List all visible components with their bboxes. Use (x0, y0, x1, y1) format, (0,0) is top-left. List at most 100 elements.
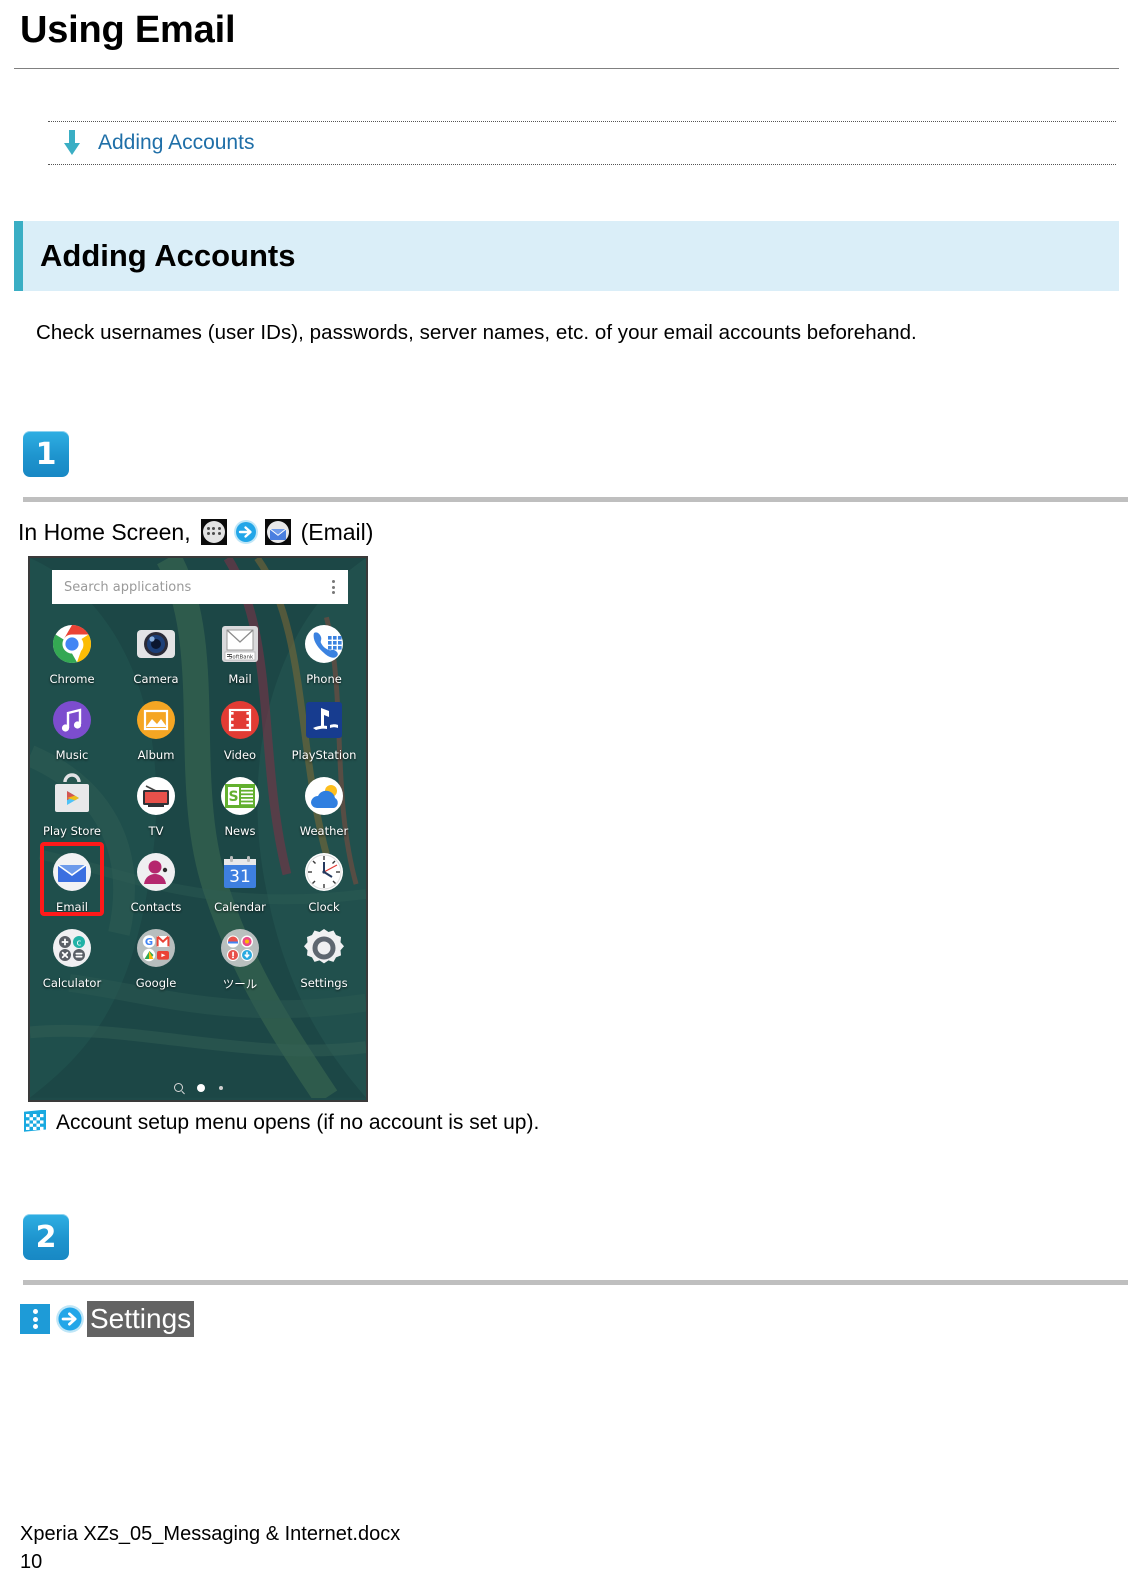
app-item-email[interactable]: Email (30, 842, 114, 916)
app-label: TV (148, 824, 164, 838)
app-label: Phone (306, 672, 342, 686)
app-item-google-folder[interactable]: G Google (114, 924, 198, 992)
tools-folder-icon (216, 924, 264, 972)
checkered-flag-icon (24, 1110, 46, 1132)
calendar-day: 31 (229, 867, 251, 887)
svg-text:c: c (77, 939, 82, 949)
app-label: Email (56, 900, 88, 914)
google-folder-icon: G (132, 924, 180, 972)
app-label: Contacts (130, 900, 182, 914)
section-heading-band: Adding Accounts (14, 221, 1119, 291)
step-1-instruction-suffix: (Email) (300, 519, 374, 545)
section-heading: Adding Accounts (40, 238, 296, 273)
calendar-icon: 31 (216, 848, 264, 896)
app-item-mail[interactable]: SoftBank Mail (198, 620, 282, 686)
play-store-icon (48, 772, 96, 820)
app-label: News (224, 824, 256, 838)
page-indicator (30, 1083, 366, 1092)
app-item-music[interactable]: Music (30, 696, 114, 762)
album-icon (132, 696, 180, 744)
kebab-menu-icon[interactable] (332, 579, 336, 595)
app-label: Clock (308, 900, 340, 914)
step-2-badge: 2 (23, 1214, 69, 1260)
step-1-instruction: In Home Screen, (Email) (18, 516, 1119, 548)
app-item-album[interactable]: Album (114, 696, 198, 762)
app-item-tv[interactable]: TV (114, 772, 198, 838)
toc-link-adding-accounts[interactable]: Adding Accounts (98, 130, 254, 156)
step-2-block: 2 (23, 1214, 1128, 1285)
app-item-playstation[interactable]: PlayStation (282, 696, 366, 762)
arrow-right-circle-icon (233, 520, 258, 544)
step-1-result: Account setup menu opens (if no account … (22, 1108, 1119, 1138)
title-divider (14, 68, 1119, 69)
app-label: Weather (299, 824, 349, 838)
step-1-block: 1 (23, 431, 1128, 502)
search-input[interactable]: Search applications (64, 580, 191, 595)
app-item-chrome[interactable]: Chrome (30, 620, 114, 686)
toc-row[interactable]: Adding Accounts (48, 122, 1116, 164)
phone-icon (300, 620, 348, 668)
app-label: Calculator (42, 976, 102, 990)
weather-icon (300, 772, 348, 820)
news-icon: S (216, 772, 264, 820)
app-label: Video (223, 748, 257, 762)
music-icon (48, 696, 96, 744)
search-applications-bar[interactable]: Search applications (52, 570, 348, 604)
footer-page-number: 10 (20, 1551, 43, 1573)
app-item-camera[interactable]: Camera (114, 620, 198, 686)
app-item-play-store[interactable]: Play Store (30, 772, 114, 838)
dot-active[interactable] (196, 1083, 205, 1092)
app-label: Chrome (49, 672, 95, 686)
app-item-video[interactable]: Video (198, 696, 282, 762)
app-label: Play Store (42, 824, 102, 838)
arrow-right-circle-icon (56, 1305, 84, 1333)
step-1-instruction-prefix: In Home Screen, (18, 519, 191, 545)
app-item-weather[interactable]: Weather (282, 772, 366, 838)
app-item-calculator[interactable]: c Calculator (30, 924, 114, 992)
app-label: Settings (300, 976, 348, 990)
chrome-icon (48, 620, 96, 668)
app-label: Album (137, 748, 175, 762)
app-label: Calendar (214, 900, 266, 914)
calculator-icon: c (48, 924, 96, 972)
app-label: Music (55, 748, 89, 762)
overflow-menu-icon (20, 1304, 50, 1334)
step-2-divider (23, 1280, 1128, 1285)
app-item-phone[interactable]: Phone (282, 620, 366, 686)
email-icon (48, 848, 96, 896)
app-item-calendar[interactable]: 31 Calendar (198, 848, 282, 914)
step-1-result-text: Account setup menu opens (if no account … (56, 1111, 540, 1134)
tv-icon (132, 772, 180, 820)
app-grid: Chrome Camera SoftBank Mail Phone Music … (30, 620, 366, 992)
document-page: Using Email Adding Accounts Adding Accou… (0, 6, 1133, 1586)
toc-block: Adding Accounts (48, 121, 1116, 165)
app-item-news[interactable]: S News (198, 772, 282, 838)
arrow-down-icon (64, 130, 80, 155)
dot-inactive[interactable] (218, 1085, 223, 1090)
app-label: Mail (228, 672, 252, 686)
section-intro-paragraph: Check usernames (user IDs), passwords, s… (36, 321, 917, 344)
settings-icon (300, 924, 348, 972)
svg-text:G: G (145, 937, 153, 948)
app-item-settings[interactable]: Settings (282, 924, 366, 992)
app-label: Google (135, 976, 177, 990)
app-item-clock[interactable]: Clock (282, 848, 366, 914)
app-drawer-icon (200, 519, 227, 545)
camera-icon (132, 620, 180, 668)
app-item-tools-folder[interactable]: ツール (198, 924, 282, 992)
app-label: ツール (222, 977, 258, 991)
page-footer: Xperia XZs_05_Messaging & Internet.docx … (20, 1520, 400, 1576)
settings-highlight-label[interactable]: Settings (87, 1301, 195, 1337)
email-icon (264, 519, 291, 545)
contacts-icon (132, 848, 180, 896)
news-letter: S (228, 789, 238, 805)
step-2-instruction: Settings (20, 1301, 1119, 1337)
video-icon (216, 696, 264, 744)
search-icon[interactable] (173, 1083, 183, 1092)
app-item-contacts[interactable]: Contacts (114, 848, 198, 914)
svg-text:SoftBank: SoftBank (229, 654, 254, 660)
section-accent-bar (14, 221, 23, 291)
softbank-mail-icon: SoftBank (216, 620, 264, 668)
step-1-divider (23, 497, 1128, 502)
playstation-icon (300, 696, 348, 744)
